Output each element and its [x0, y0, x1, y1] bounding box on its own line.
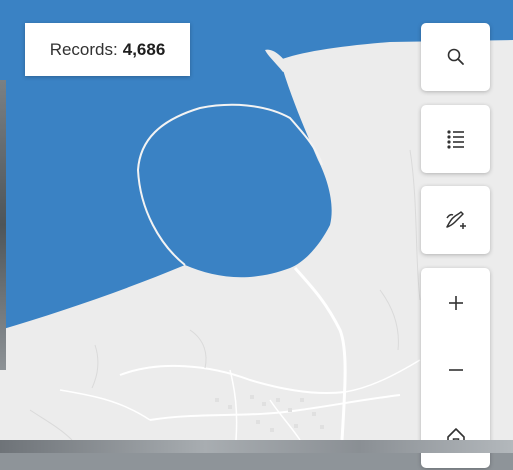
zoom-out-button[interactable] [421, 337, 490, 403]
records-label: Records: [49, 39, 118, 59]
list-icon [446, 130, 464, 149]
layer-list-button[interactable] [421, 105, 490, 173]
zoom-in-button[interactable] [421, 270, 490, 336]
search-icon [447, 48, 464, 65]
records-value: 4,686 [122, 39, 166, 59]
sketch-add-icon [445, 211, 466, 229]
left-edge-shadow [0, 80, 6, 370]
search-button[interactable] [421, 23, 490, 91]
plus-icon [448, 296, 463, 310]
zoom-controls [421, 268, 490, 468]
minus-icon [448, 369, 463, 371]
sketch-button[interactable] [421, 186, 490, 254]
home-button[interactable] [421, 404, 490, 470]
records-count-badge: Records: 4,686 [25, 23, 190, 76]
bottom-edge [0, 440, 513, 453]
